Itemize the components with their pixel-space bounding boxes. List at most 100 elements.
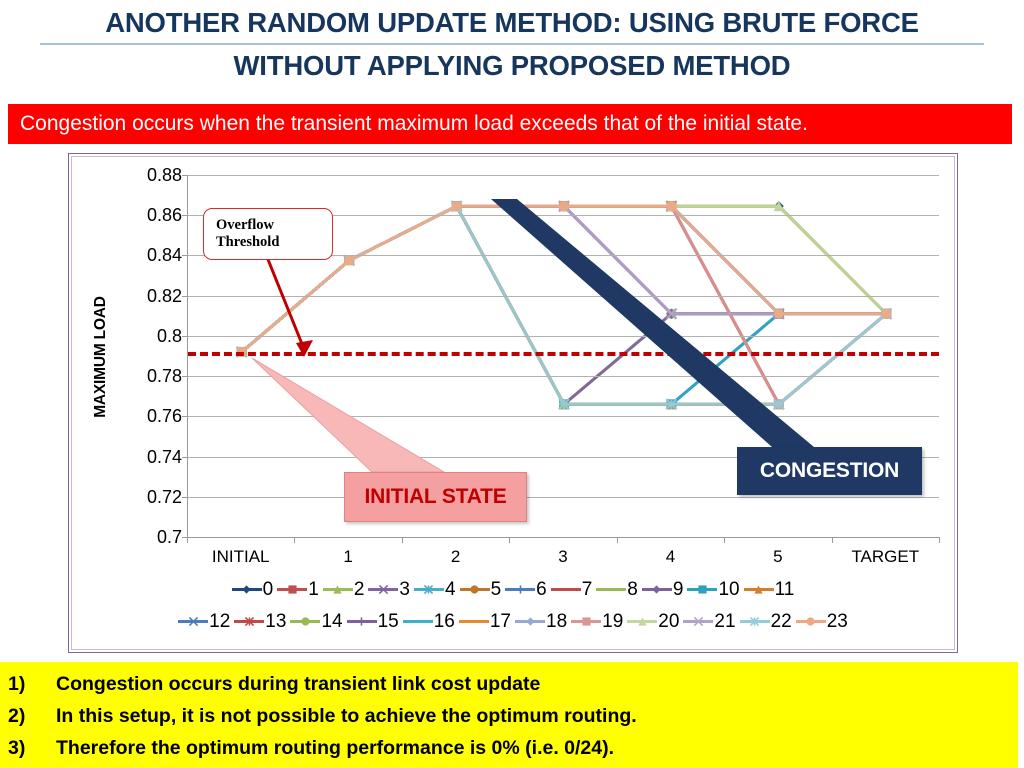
congestion-callout: CONGESTION <box>737 447 922 495</box>
chart-series-19 <box>236 201 892 410</box>
chart-series-1 <box>236 201 892 357</box>
legend-marker-x-icon <box>178 612 209 630</box>
chart-series-17 <box>240 204 888 406</box>
legend-item-9[interactable]: 9 <box>641 573 688 605</box>
legend-marker-diamond-icon <box>641 580 672 598</box>
series-line <box>240 204 887 354</box>
legend-row: 0 1 2 3 4 5 6 7 8 9 10 11 <box>72 573 958 605</box>
legend-item-label: 13 <box>265 610 287 632</box>
legend-item-19[interactable]: 19 <box>571 605 627 637</box>
legend-item-6[interactable]: 6 <box>505 573 551 605</box>
legend-item-4[interactable]: 4 <box>413 573 460 605</box>
legend-item-5[interactable]: 5 <box>459 573 506 605</box>
legend-marker-plus-icon <box>505 580 536 598</box>
legend-item-label: 9 <box>672 578 684 600</box>
series-line <box>240 204 888 354</box>
y-axis-tick-mark <box>182 175 188 176</box>
y-axis-tick-label: 0.7 <box>156 527 182 547</box>
legend-marker-star-icon <box>234 612 265 630</box>
legend-item-3[interactable]: 3 <box>368 573 414 605</box>
legend-item-16[interactable]: 16 <box>402 605 459 637</box>
x-axis-tick-mark <box>831 537 833 543</box>
series-line <box>240 204 887 407</box>
legend-item-15[interactable]: 15 <box>346 605 403 637</box>
x-axis-tick-label: TARGET <box>851 547 920 566</box>
y-axis-tick-mark <box>182 456 188 458</box>
legend-item-22[interactable]: 22 <box>739 605 796 637</box>
legend-marker-square-icon <box>277 580 308 598</box>
legend-item-13[interactable]: 13 <box>234 605 290 637</box>
y-axis-tick-mark <box>182 335 188 337</box>
congestion-callout-text: CONGESTION <box>759 459 900 482</box>
legend-item-1[interactable]: 1 <box>277 573 323 605</box>
legend-item-7[interactable]: 7 <box>550 573 597 605</box>
series-line <box>240 204 888 407</box>
series-line <box>240 204 887 354</box>
series-line <box>240 204 887 354</box>
legend-item-11[interactable]: 11 <box>743 573 799 605</box>
chart-series-2 <box>236 201 892 357</box>
legend-item-label: 22 <box>770 610 792 632</box>
y-axis-tick-label: 0.72 <box>146 486 182 507</box>
notes-box: 1) Congestion occurs during transient lin… <box>0 662 1018 768</box>
legend-item-label: 1 <box>308 578 319 600</box>
legend-item-12[interactable]: 12 <box>178 605 234 637</box>
legend-item-23[interactable]: 23 <box>795 605 852 637</box>
chart-series-4 <box>236 200 892 410</box>
chart-series-10 <box>236 201 892 410</box>
legend-item-20[interactable]: 20 <box>627 605 683 637</box>
statement-banner-text: Congestion occurs when the transient max… <box>20 112 808 135</box>
series-line <box>240 204 887 354</box>
legend-item-21[interactable]: 21 <box>683 605 739 637</box>
legend-item-label: 18 <box>546 610 568 632</box>
legend-item-label: 20 <box>658 610 680 632</box>
series-line <box>240 204 888 354</box>
legend-item-10[interactable]: 10 <box>687 573 743 605</box>
note-row-1: 1) Congestion occurs during transient lin… <box>8 668 1018 700</box>
legend-item-label: 0 <box>262 578 274 600</box>
legend-item-17[interactable]: 17 <box>458 605 515 637</box>
legend-item-label: 10 <box>718 578 740 600</box>
series-marker <box>665 398 678 410</box>
chart-series-11 <box>236 201 892 410</box>
chart-series-21 <box>236 200 892 358</box>
y-axis-tick-label: 0.84 <box>146 245 182 266</box>
legend-item-18[interactable]: 18 <box>515 605 571 637</box>
x-axis-tick-mark <box>939 537 940 543</box>
x-axis-tick-mark <box>401 537 403 543</box>
y-axis-tick-label: 0.88 <box>146 165 182 185</box>
y-axis-tick-label: 0.86 <box>146 205 182 226</box>
x-axis-line <box>187 537 939 538</box>
page-title-line2: WITHOUT APPLYING PROPOSED METHOD <box>233 50 791 81</box>
legend-item-0[interactable]: 0 <box>231 573 278 605</box>
legend-item-label: 23 <box>826 610 848 632</box>
series-line <box>240 204 888 406</box>
legend-item-14[interactable]: 14 <box>290 605 346 637</box>
chart-series-23 <box>236 201 892 357</box>
legend-marker-none-icon <box>458 612 489 630</box>
note-text: In this setup, it is not possible to ach… <box>56 705 637 727</box>
legend-marker-square-icon <box>571 612 602 630</box>
y-axis-title-text: MAXIMUM LOAD <box>92 296 109 418</box>
legend-marker-star-icon <box>413 580 444 598</box>
chart-legend: 0 1 2 3 4 5 6 7 8 9 10 11 12 13 14 15 16 17 18 19 20 21 22 23 <box>72 573 958 637</box>
y-axis-tick-label: 0.78 <box>146 366 182 387</box>
note-number: 2) <box>8 705 26 727</box>
legend-marker-triangle-icon <box>627 612 658 630</box>
series-line <box>240 204 887 354</box>
legend-item-label: 4 <box>444 578 456 600</box>
chart-series-6 <box>236 201 892 357</box>
legend-marker-square-icon <box>687 580 718 598</box>
x-axis-tick-mark <box>509 537 511 543</box>
legend-marker-diamond-icon <box>515 612 545 630</box>
legend-marker-circle-icon <box>459 580 490 598</box>
x-axis-tick-label: 5 <box>773 547 783 566</box>
series-marker <box>773 308 784 319</box>
gridline <box>188 496 939 498</box>
legend-item-2[interactable]: 2 <box>322 573 369 605</box>
legend-item-8[interactable]: 8 <box>596 573 642 605</box>
y-axis-tick-label: 0.82 <box>146 285 182 306</box>
legend-marker-plus-icon <box>346 612 377 630</box>
chart-series-9 <box>236 201 892 357</box>
y-axis-tick-mark <box>182 255 188 257</box>
